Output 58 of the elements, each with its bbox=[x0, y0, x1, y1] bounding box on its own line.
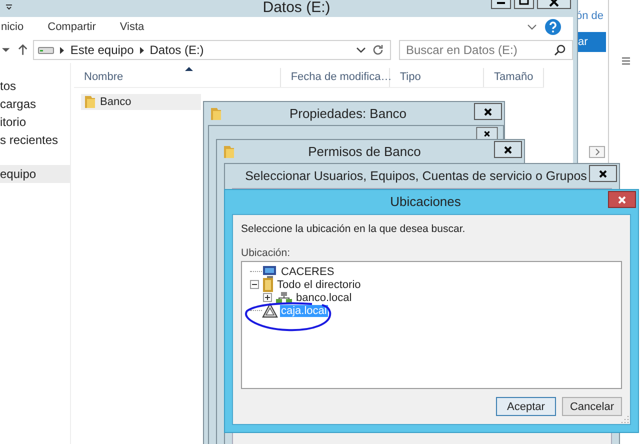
sidebar-item[interactable]: equipo bbox=[0, 165, 70, 183]
file-row[interactable]: Banco bbox=[81, 94, 201, 110]
resize-grip-icon[interactable] bbox=[621, 415, 629, 423]
sort-icon bbox=[185, 67, 193, 71]
column-header[interactable]: Tamaño bbox=[484, 68, 544, 87]
up-arrow-icon[interactable] bbox=[18, 44, 28, 56]
column-header[interactable]: Tipo bbox=[390, 68, 484, 87]
dialog-button[interactable]: Aceptar bbox=[496, 397, 556, 416]
field-label: Ubicación: bbox=[241, 247, 292, 261]
caret-icon[interactable] bbox=[5, 4, 13, 10]
sidebar-item[interactable]: itorio bbox=[0, 113, 70, 131]
sidebar-item[interactable]: s recientes bbox=[0, 131, 70, 149]
dialog-title: Propiedades: Banco bbox=[289, 105, 407, 123]
sidebar-item[interactable]: cargas bbox=[0, 95, 70, 113]
search-field[interactable]: Buscar en Datos (E:) bbox=[399, 40, 573, 60]
expander-icon[interactable] bbox=[250, 280, 259, 289]
expander-icon[interactable] bbox=[263, 293, 272, 302]
close-icon[interactable] bbox=[589, 165, 617, 182]
ribbon-tab[interactable]: Compartir bbox=[48, 21, 96, 33]
ribbon-tab[interactable]: Vista bbox=[120, 21, 144, 33]
close-icon[interactable] bbox=[474, 103, 502, 120]
dialog-button[interactable]: Cancelar bbox=[562, 397, 622, 416]
folder-icon bbox=[84, 95, 96, 109]
prompt-text: Seleccione la ubicación en la que desea buscar. bbox=[241, 223, 466, 237]
network-icon bbox=[275, 290, 293, 304]
folder-icon bbox=[210, 107, 222, 121]
tree-item[interactable]: Todo el directorio bbox=[276, 278, 362, 290]
computer-icon bbox=[262, 264, 278, 278]
refresh-icon[interactable] bbox=[372, 44, 384, 56]
dialog-title: Permisos de Banco bbox=[308, 143, 421, 161]
tree-item[interactable]: banco.local bbox=[295, 292, 353, 304]
close-icon[interactable] bbox=[608, 191, 636, 208]
chevron-icon[interactable] bbox=[527, 24, 537, 30]
breadcrumb[interactable]: Datos (E:) bbox=[150, 43, 204, 57]
breadcrumb[interactable]: Este equipo bbox=[70, 43, 134, 57]
folder-icon bbox=[223, 145, 235, 159]
dialog-title: Seleccionar Usuarios, Equipos, Cuentas de servicio o Grupos bbox=[245, 168, 587, 185]
caret-icon[interactable] bbox=[2, 47, 10, 53]
dialog-title: Ubicaciones bbox=[390, 193, 461, 211]
column-header[interactable]: Fecha de modifica… bbox=[280, 68, 390, 87]
drive-icon bbox=[38, 46, 54, 54]
action-button[interactable]: ar bbox=[578, 32, 606, 52]
triangle-icon bbox=[262, 303, 278, 318]
window-title: Datos (E:) bbox=[262, 0, 330, 17]
tree-item[interactable]: CACERES bbox=[280, 266, 336, 278]
dropdown-icon[interactable] bbox=[356, 47, 366, 53]
help-icon[interactable] bbox=[545, 19, 561, 35]
grip-icon[interactable] bbox=[622, 57, 630, 65]
sidebar-item[interactable]: tos bbox=[0, 77, 70, 95]
location-tree[interactable]: CACERES Todo el directorio banco.local caja.local bbox=[241, 261, 622, 389]
book-icon bbox=[262, 276, 274, 292]
chevron-icon bbox=[140, 46, 144, 54]
close-icon[interactable] bbox=[494, 141, 522, 158]
table-cell: Banco bbox=[100, 96, 132, 108]
ribbon-tab[interactable]: nicio bbox=[1, 21, 24, 33]
address-bar[interactable]: Este equipo Datos (E:) bbox=[33, 40, 391, 60]
search-icon[interactable] bbox=[554, 44, 566, 56]
chevron-icon bbox=[60, 46, 64, 54]
